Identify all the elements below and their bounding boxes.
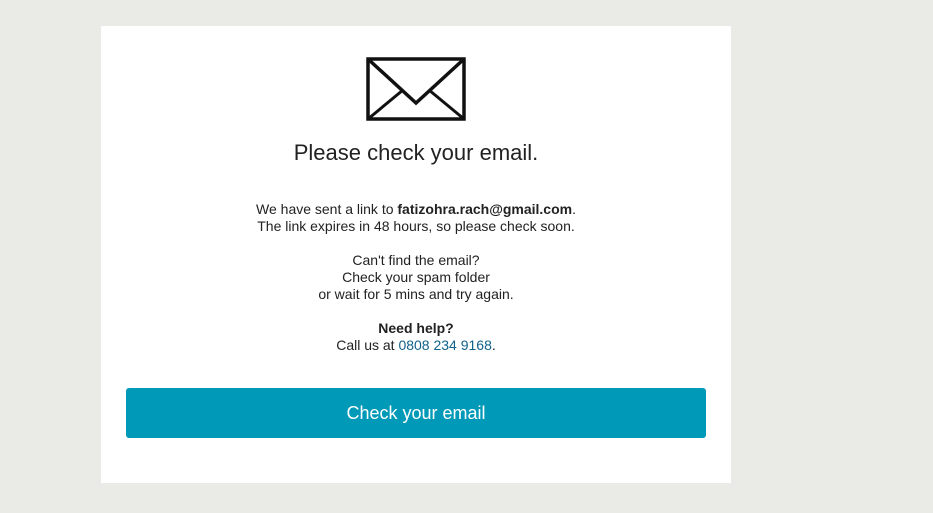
- check-email-button[interactable]: Check your email: [126, 388, 706, 438]
- sent-line: We have sent a link to fatizohra.rach@gm…: [101, 201, 731, 218]
- cant-find-line3: or wait for 5 mins and try again.: [318, 286, 514, 302]
- help-info: Need help? Call us at 0808 234 9168.: [101, 320, 731, 354]
- help-heading: Need help?: [378, 320, 454, 336]
- call-suffix: .: [491, 337, 496, 353]
- email-address: fatizohra.rach@gmail.com: [397, 201, 573, 217]
- call-prefix: Call us at: [336, 337, 399, 353]
- sent-suffix: .: [572, 201, 576, 217]
- cant-find-line1: Can't find the email?: [352, 252, 480, 268]
- cant-find-info: Can't find the email? Check your spam fo…: [101, 252, 731, 303]
- phone-link[interactable]: 0808 234 9168: [398, 337, 491, 353]
- sent-info: We have sent a link to fatizohra.rach@gm…: [101, 201, 731, 235]
- call-line: Call us at 0808 234 9168.: [101, 337, 731, 354]
- sent-prefix: We have sent a link to: [256, 201, 398, 217]
- envelope-icon: [366, 57, 466, 121]
- confirmation-card: Please check your email. We have sent a …: [101, 26, 731, 483]
- page-title: Please check your email.: [293, 140, 539, 165]
- cant-find-line2: Check your spam folder: [342, 269, 490, 285]
- expiry-line: The link expires in 48 hours, so please …: [257, 218, 575, 234]
